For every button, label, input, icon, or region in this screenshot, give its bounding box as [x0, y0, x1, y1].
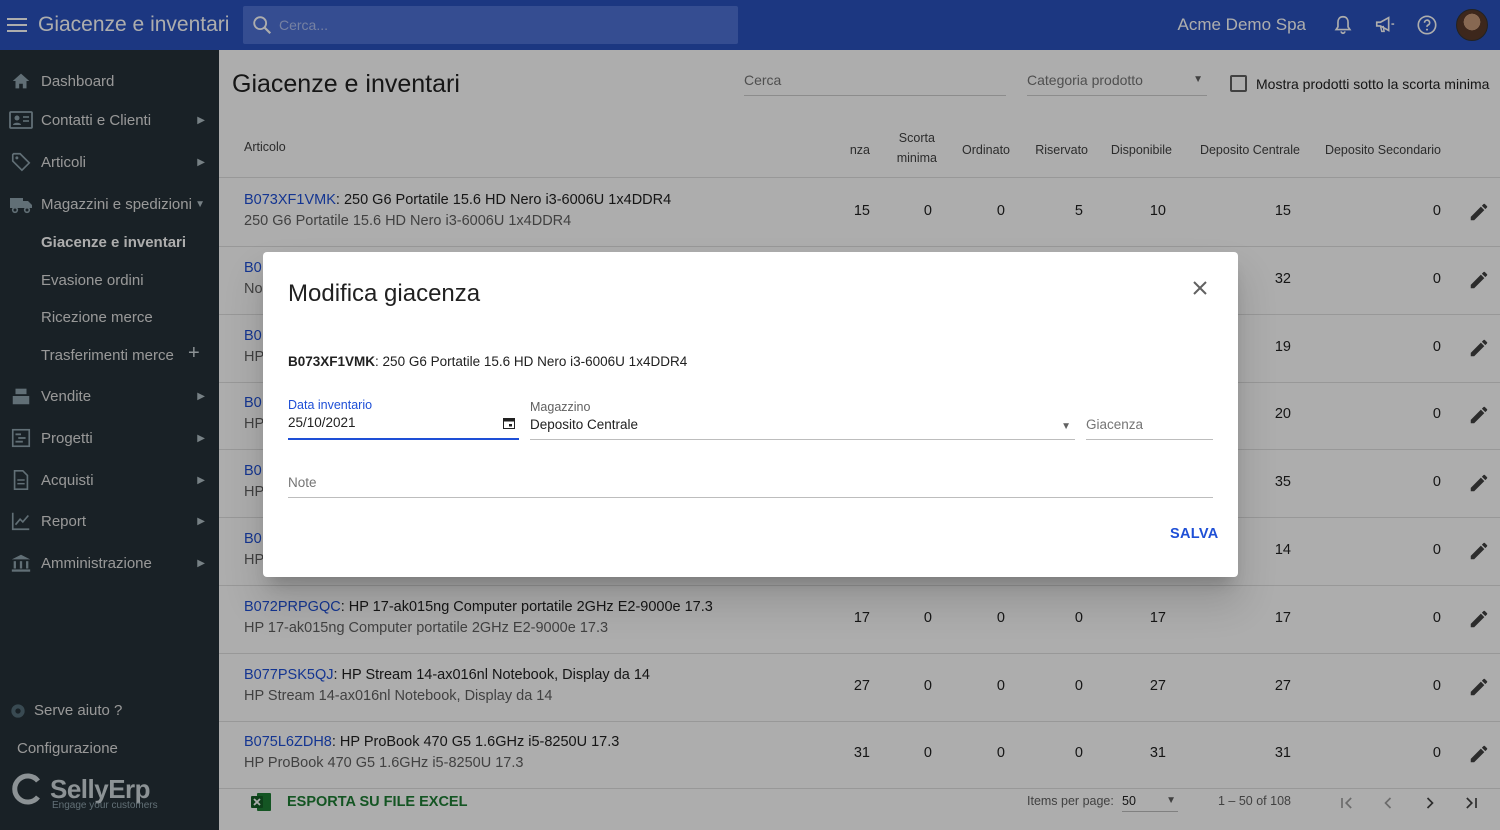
close-icon[interactable] — [1188, 276, 1212, 300]
date-input[interactable]: 25/10/2021 — [288, 415, 519, 430]
dialog-product: B073XF1VMK: 250 G6 Portatile 15.6 HD Ner… — [288, 354, 688, 369]
caret-down-icon: ▼ — [1061, 421, 1071, 432]
stock-input[interactable]: Giacenza — [1086, 400, 1213, 440]
calendar-icon[interactable] — [503, 417, 515, 429]
note-input[interactable]: Note — [288, 470, 1213, 498]
warehouse-select[interactable]: Magazzino Deposito Centrale ▼ — [530, 400, 1075, 440]
save-button[interactable]: SALVA — [1170, 526, 1219, 542]
dialog-title: Modifica giacenza — [288, 280, 481, 307]
date-field[interactable]: Data inventario 25/10/2021 — [288, 398, 519, 440]
edit-stock-dialog: Modifica giacenza B073XF1VMK: 250 G6 Por… — [263, 252, 1238, 577]
